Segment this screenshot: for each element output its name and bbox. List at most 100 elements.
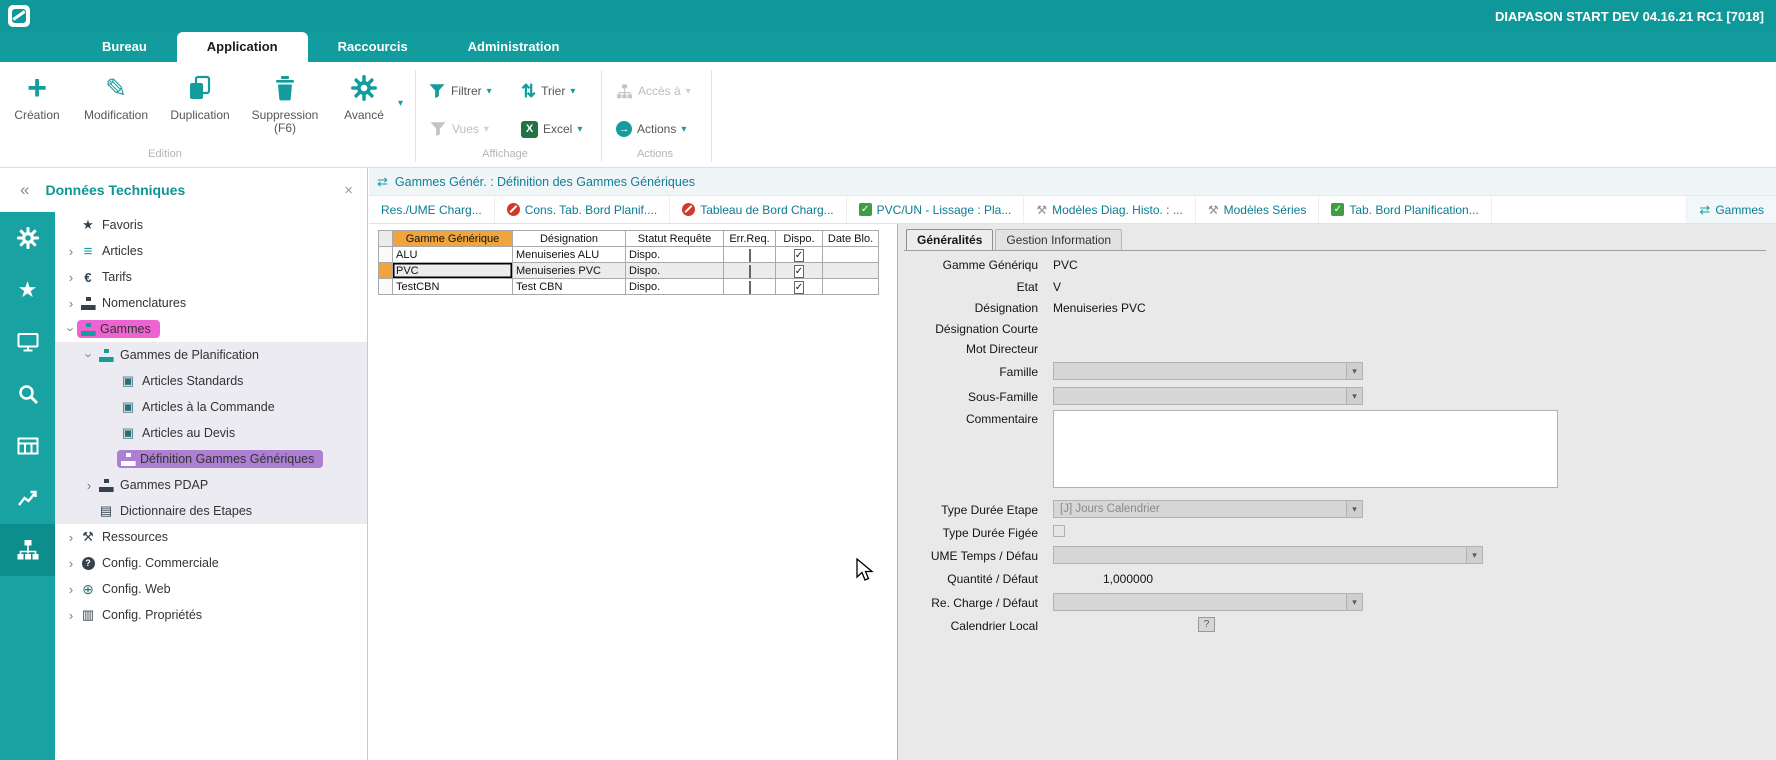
sidebar-header: « Données Techniques × (0, 168, 368, 212)
doc-tab-modeles-diag[interactable]: ⚒ Modèles Diag. Histo. : ... (1024, 196, 1195, 223)
avance-caret-icon[interactable]: ▾ (398, 98, 403, 109)
chevron-right-icon[interactable] (63, 556, 79, 571)
doc-tab-pvc-lissage[interactable]: PVC/UN - Lissage : Pla... (847, 196, 1025, 223)
excel-button[interactable]: X Excel ▾ (521, 118, 582, 140)
doc-tab-gammes[interactable]: ⇄ Gammes (1686, 196, 1776, 223)
dispo-checkbox[interactable] (794, 249, 804, 262)
chevron-right-icon[interactable] (63, 296, 79, 311)
sidebar-item-favoris[interactable]: ★ Favoris (55, 212, 367, 238)
chevron-right-icon[interactable] (63, 608, 79, 623)
sidebar-item-config-proprietes[interactable]: ▥ Config. Propriétés (55, 602, 367, 628)
type-duree-etape-dropdown[interactable]: [J] Jours Calendrier (1053, 500, 1363, 518)
famille-dropdown[interactable] (1053, 362, 1363, 380)
sidebar-item-gammes-pdap[interactable]: Gammes PDAP (55, 472, 367, 498)
document-tab-bar: Res./UME Charg... Cons. Tab. Bord Planif… (369, 196, 1776, 224)
close-sidebar-icon[interactable]: × (344, 182, 353, 199)
column-header-err-req[interactable]: Err.Req. (724, 231, 776, 247)
doc-tab-tab-bord-planification[interactable]: Tab. Bord Planification... (1319, 196, 1491, 223)
sidebar-item-config-commerciale[interactable]: ? Config. Commerciale (55, 550, 367, 576)
calendrier-local-help-button[interactable]: ? (1198, 617, 1215, 632)
help-icon: ? (79, 557, 97, 570)
actions-button[interactable]: → Actions ▾ (616, 118, 686, 140)
ume-temps-dropdown[interactable] (1053, 546, 1483, 564)
sidebar-item-dictionnaire-etapes[interactable]: ▤ Dictionnaire des Etapes (55, 498, 367, 524)
table-row[interactable]: TestCBN Test CBN Dispo. (379, 279, 879, 295)
column-header-gamme-generique[interactable]: Gamme Générique (393, 231, 513, 247)
sidebar-item-config-web[interactable]: ⊕ Config. Web (55, 576, 367, 602)
collapse-sidebar-icon[interactable]: « (20, 180, 29, 200)
ribbon-tab-bureau[interactable]: Bureau (72, 32, 177, 62)
suppression-button[interactable]: Suppression (F6) (240, 70, 330, 135)
duplication-button[interactable]: Duplication (162, 70, 238, 122)
chevron-right-icon[interactable] (63, 270, 79, 285)
sous-famille-dropdown[interactable] (1053, 387, 1363, 405)
ribbon-tab-administration[interactable]: Administration (438, 32, 590, 62)
sidebar-item-articles-standards[interactable]: ▣ Articles Standards (55, 368, 367, 394)
ribbon-tab-application[interactable]: Application (177, 32, 308, 62)
strip-desktop-button[interactable] (0, 316, 55, 368)
err-req-checkbox[interactable] (749, 281, 751, 294)
chevron-down-icon[interactable] (81, 348, 97, 363)
doc-tab-tableau-bord[interactable]: Tableau de Bord Charg... (670, 196, 846, 223)
sidebar-item-gammes[interactable]: Gammes (55, 316, 367, 342)
column-header-dispo[interactable]: Dispo. (776, 231, 823, 247)
strip-hierarchy-button[interactable] (0, 524, 55, 576)
table-row-selected[interactable]: PVC Menuiseries PVC Dispo. (379, 263, 879, 279)
sidebar-item-articles-devis[interactable]: ▣ Articles au Devis (55, 420, 367, 446)
table-corner-cell[interactable] (379, 231, 393, 247)
trier-button[interactable]: ⇅ Trier ▾ (521, 80, 575, 102)
chevron-right-icon[interactable] (81, 478, 97, 493)
sidebar-item-articles[interactable]: ≡ Articles (55, 238, 367, 264)
value-designation: Menuiseries PVC (1053, 301, 1146, 315)
network-icon (81, 323, 95, 336)
doc-tab-res-ume[interactable]: Res./UME Charg... (369, 196, 495, 223)
re-charge-dropdown[interactable] (1053, 593, 1363, 611)
row-selector-cell[interactable] (379, 247, 393, 263)
sidebar-item-definition-gammes-generiques[interactable]: Définition Gammes Génériques (55, 446, 367, 472)
filtrer-button[interactable]: Filtrer ▾ (428, 80, 492, 102)
row-selector-cell[interactable] (379, 279, 393, 295)
err-req-checkbox[interactable] (749, 249, 751, 262)
strip-tables-button[interactable] (0, 420, 55, 472)
column-header-date-blo[interactable]: Date Blo. (823, 231, 879, 247)
err-req-checkbox[interactable] (749, 265, 751, 278)
dispo-checkbox[interactable] (794, 281, 804, 294)
dropdown-caret-icon: ▾ (570, 86, 575, 97)
row-selector-cell[interactable] (379, 263, 393, 279)
doc-tab-modeles-series[interactable]: ⚒ Modèles Séries (1196, 196, 1319, 223)
modification-button[interactable]: ✎ Modification (72, 70, 160, 122)
chevron-right-icon[interactable] (63, 582, 79, 597)
label-type-duree-etape: Type Durée Etape (898, 503, 1038, 517)
column-header-designation[interactable]: Désignation (513, 231, 626, 247)
sidebar-item-gammes-planification[interactable]: Gammes de Planification (55, 342, 367, 368)
dispo-checkbox[interactable] (794, 265, 804, 278)
table-row[interactable]: ALU Menuiseries ALU Dispo. (379, 247, 879, 263)
commentaire-textarea[interactable] (1053, 410, 1558, 488)
strip-favorites-button[interactable]: ★ (0, 264, 55, 316)
chevron-right-icon[interactable] (63, 530, 79, 545)
tab-gestion-information[interactable]: Gestion Information (995, 229, 1122, 250)
sidebar-item-tarifs[interactable]: € Tarifs (55, 264, 367, 290)
strip-settings-button[interactable] (0, 212, 55, 264)
strip-search-button[interactable] (0, 368, 55, 420)
chart-icon (16, 486, 40, 510)
creation-button[interactable]: + Création (4, 70, 70, 122)
avance-button[interactable]: Avancé (332, 70, 396, 122)
doc-tab-cons-tab-bord[interactable]: Cons. Tab. Bord Planif.... (495, 196, 671, 223)
sidebar-item-ressources[interactable]: ⚒ Ressources (55, 524, 367, 550)
type-duree-figee-checkbox[interactable] (1053, 525, 1065, 537)
document-header: ⇄ Gammes Génér. : Définition des Gammes … (369, 168, 1776, 196)
sidebar-item-nomenclatures[interactable]: Nomenclatures (55, 290, 367, 316)
icon-strip: ★ (0, 212, 55, 760)
routing-icon: ⇄ (1699, 202, 1710, 218)
column-header-statut-requete[interactable]: Statut Requête (626, 231, 724, 247)
funnel-icon (429, 120, 447, 138)
ribbon-tab-raccourcis[interactable]: Raccourcis (308, 32, 438, 62)
label-mot-directeur: Mot Directeur (898, 342, 1038, 356)
strip-charts-button[interactable] (0, 472, 55, 524)
ribbon-tab-bar: Bureau Application Raccourcis Administra… (0, 32, 1776, 62)
sidebar-item-articles-commande[interactable]: ▣ Articles à la Commande (55, 394, 367, 420)
globe-icon: ⊕ (79, 581, 97, 598)
tab-generalites[interactable]: Généralités (906, 229, 993, 250)
chevron-right-icon[interactable] (63, 244, 79, 259)
